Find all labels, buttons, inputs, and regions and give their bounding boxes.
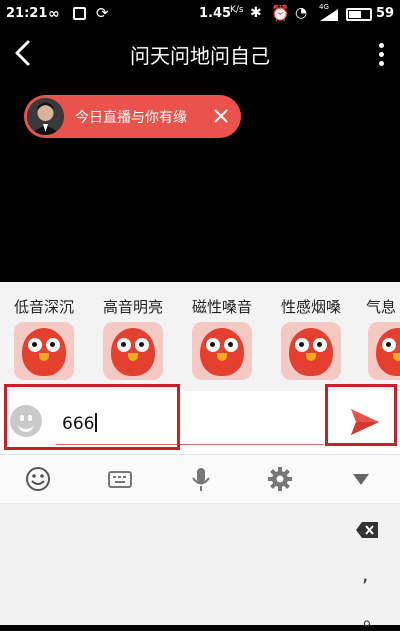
status-time: 21:21 [6,6,48,21]
sync-icon: ⟳ [96,4,109,22]
sticker-label: 磁性嗓音 [191,298,252,316]
sticker-label: 性感烟嗓 [280,298,341,316]
title-bar: 问天问地问自己 [0,28,400,80]
battery-icon [346,8,372,21]
comma-key[interactable]: , [362,562,368,586]
sticker-label: 低音深沉 [13,298,74,316]
emoji-panel: , 。 [0,504,400,630]
infinity-icon: ∞ [48,6,60,22]
owl-sticker-icon [22,328,66,376]
image-notification-icon [73,7,86,20]
owl-sticker-icon [289,328,333,376]
input-toolbar [0,454,400,504]
keyboard-icon [108,471,132,488]
status-bar: 21:21 ∞ ⟳ 1.45 K/s ✱ ⏰ ◔ 4G 59 [0,0,400,28]
microphone-icon [192,468,210,491]
voice-tab[interactable] [187,465,215,493]
more-vert-icon [379,43,384,48]
settings-tab[interactable] [266,465,294,493]
sticker-breath-voice[interactable]: 气息 [362,296,400,384]
triangle-down-icon [353,474,369,485]
signal-icon [320,9,338,21]
live-banner[interactable]: 今日直播与你有缘 [24,95,241,138]
backspace-icon [356,522,378,538]
sticker-high-voice[interactable]: 高音明亮 [97,296,169,384]
owl-sticker-icon [200,328,244,376]
sticker-smoky-voice[interactable]: 性感烟嗓 [275,296,347,384]
annotation-box-send [325,384,397,446]
more-options-button[interactable] [372,40,390,70]
network-speed-unit: K/s [230,5,244,15]
collapse-keyboard-button[interactable] [347,465,375,493]
close-icon [214,109,228,123]
alarm-icon: ⏰ [271,4,290,22]
sticker-label: 高音明亮 [102,298,163,316]
sticker-label: 气息 [366,298,397,316]
avatar [27,98,64,135]
close-banner-button[interactable] [208,103,234,129]
network-speed: 1.45 [199,6,232,21]
live-banner-text: 今日直播与你有缘 [75,110,187,126]
bluetooth-icon: ✱ [250,5,262,21]
owl-sticker-icon [111,328,155,376]
wifi-icon: ◔ [295,5,308,21]
period-key[interactable]: 。 [363,602,383,631]
voice-sticker-strip: 低音深沉 高音明亮 磁性嗓音 性感烟嗓 气息 [0,282,400,391]
sticker-low-voice[interactable]: 低音深沉 [8,296,80,384]
annotation-box-input [4,384,180,450]
gear-icon [268,467,292,491]
page-title: 问天问地问自己 [130,44,270,68]
emoji-tab[interactable] [24,465,52,493]
sticker-magnetic-voice[interactable]: 磁性嗓音 [186,296,258,384]
delete-key[interactable] [356,522,378,538]
keyboard-tab[interactable] [106,465,134,493]
emoji-icon [26,467,50,491]
battery-level: 59 [376,6,395,21]
